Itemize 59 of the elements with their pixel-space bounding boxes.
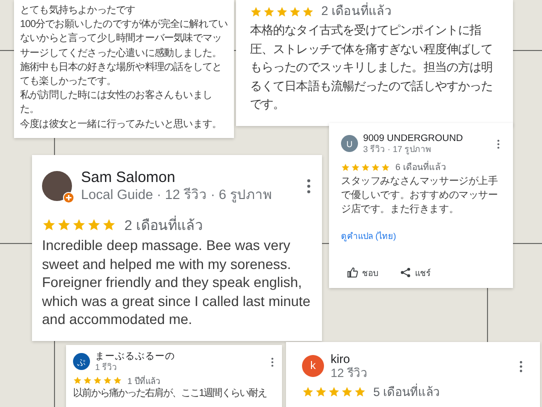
review-text: 施術中も日本の好きな場所や料理の話をしてとても楽しかったです。 — [20, 60, 223, 90]
star-icon — [361, 163, 370, 172]
reviewer-details: 1 รีวิว — [95, 362, 118, 373]
star-icon — [113, 376, 122, 386]
reviewer-name[interactable]: kiro — [330, 352, 512, 366]
review-time: 6 เดือนที่แล้ว — [395, 162, 446, 174]
star-icon — [371, 163, 380, 172]
review-time: 1 ปีที่แล้ว — [127, 376, 160, 386]
reviewer-name[interactable]: 9009 UNDERGROUND — [363, 133, 492, 144]
star-icon — [354, 386, 366, 398]
star-icon — [341, 386, 353, 398]
more-options-icon[interactable] — [270, 356, 275, 367]
avatar-icon: k — [302, 355, 324, 378]
like-button[interactable]: ชอบ — [347, 266, 378, 280]
more-options-icon[interactable] — [304, 178, 312, 194]
star-icon — [263, 6, 275, 18]
review-text: 私が訪問した時には女性のお客さんもいました。 — [20, 89, 214, 118]
review-text: 本格的なタイ古式を受けてピンポイントに指圧、ストレッチで体を痛すぎない程度伸ばしてもらったのでスッキリしました。担当の方は明るくて日本語も流暢だったので話しやすかったです。 — [250, 22, 494, 114]
share-icon — [400, 267, 411, 278]
more-options-icon[interactable] — [496, 138, 501, 149]
translate-link[interactable]: ดูคำแปล (ไทย) — [341, 228, 396, 243]
reviewer-name[interactable]: Sam Salomon — [81, 169, 296, 187]
star-icon — [102, 218, 116, 232]
star-icon — [328, 386, 340, 398]
review-text: とても気持ちよかったです — [20, 4, 136, 18]
review-text: 今度は彼女と一緒に行ってみたいと思います。 — [20, 118, 223, 132]
star-icon — [57, 218, 71, 232]
star-icon — [250, 6, 262, 18]
review-text: スタッフみなさんマッサージが上手で優しいです。おすすめのマッサージ店です。また行きます。 — [341, 174, 499, 217]
review-time: 2 เดือนที่แล้ว — [321, 4, 392, 19]
star-icon — [87, 218, 101, 232]
star-icon — [93, 376, 102, 386]
star-icon — [381, 163, 390, 172]
star-icon — [276, 6, 288, 18]
reviewer-name[interactable]: まーぶるぶるーの — [95, 351, 266, 362]
review-text: Incredible deep massage. Bee was very sweet and helped me with my soreness. Foreigner friendly and they speak english, which was a great since I called last minute and accommodated me. — [42, 236, 312, 329]
star-icon — [42, 218, 56, 232]
reviewer-details: Local Guide · 12 รีวิว · 6 รูปภาพ — [81, 187, 274, 204]
reviewer-details: 3 รีวิว · 17 รูปภาพ — [363, 144, 433, 155]
star-icon — [289, 6, 301, 18]
star-icon — [72, 218, 86, 232]
share-button[interactable]: แชร์ — [400, 266, 431, 280]
star-icon — [83, 376, 92, 386]
star-icon — [302, 386, 314, 398]
more-options-icon[interactable] — [518, 360, 524, 373]
avatar-icon: ぷ — [73, 353, 90, 370]
star-icon — [103, 376, 112, 386]
star-icon — [351, 163, 360, 172]
avatar-icon: U — [341, 135, 358, 152]
star-icon — [315, 386, 327, 398]
star-icon — [73, 376, 82, 386]
review-text: 以前から痛かった右肩が、ここ1週間くらい耐え — [73, 388, 268, 400]
thumbs-up-icon — [347, 267, 358, 278]
star-icon — [341, 163, 350, 172]
review-time: 2 เดือนที่แล้ว — [124, 216, 204, 234]
reviewer-details: 12 รีวิว — [330, 366, 368, 381]
review-text: 100分でお願いしたのですが体が完全に解れていないからと言って少し時間オーバー気味でマッサージしてくださった心遣いに感動しました。 — [20, 18, 228, 61]
review-time: 5 เดือนที่แล้ว — [373, 384, 440, 400]
star-icon — [302, 6, 314, 18]
